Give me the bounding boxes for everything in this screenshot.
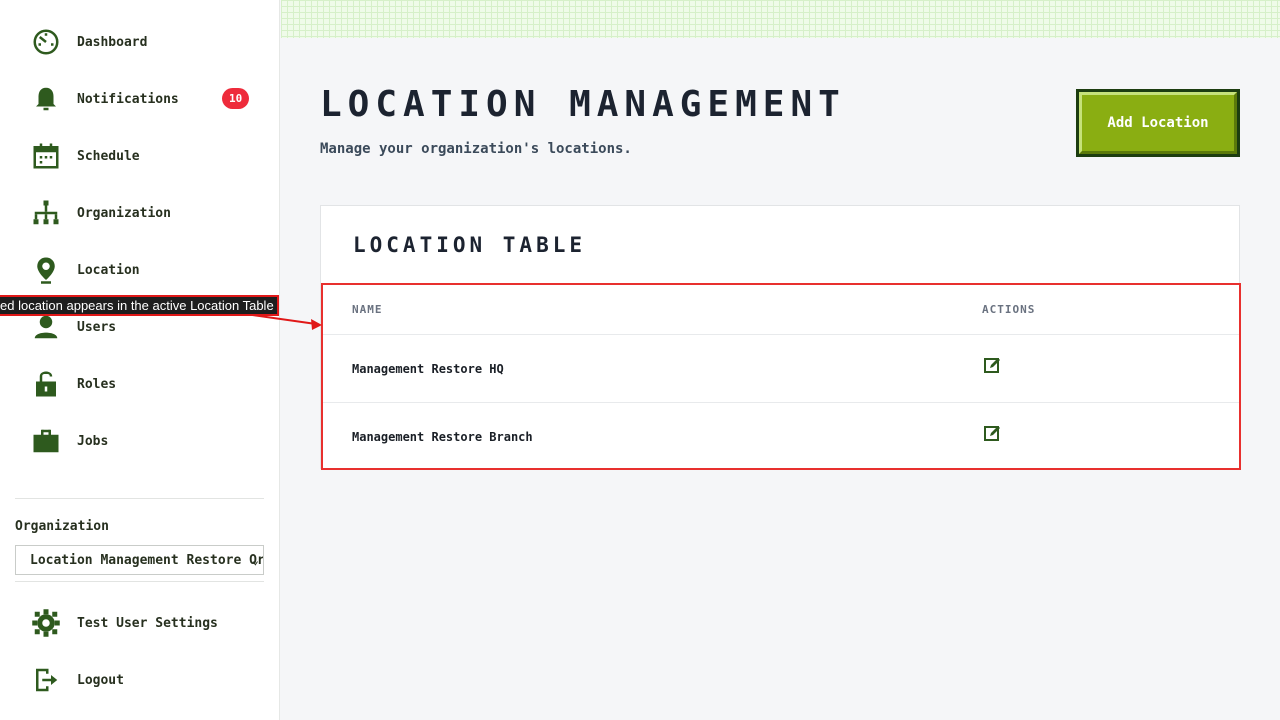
sidebar-item-label: Notifications (77, 91, 179, 107)
decorative-grid-header (281, 0, 1280, 38)
gear-icon (30, 607, 62, 639)
org-chart-icon (30, 197, 62, 229)
sidebar-item-label: Roles (77, 376, 117, 392)
sidebar-divider (15, 498, 264, 499)
location-name: Management Restore HQ (352, 362, 504, 376)
calendar-icon (30, 140, 62, 172)
briefcase-icon (30, 425, 62, 457)
location-table-card: Location Table NAME ACTIONS Management R… (320, 205, 1241, 470)
notification-count-badge: 10 (222, 88, 250, 109)
location-name: Management Restore Branch (352, 430, 533, 444)
sidebar-item-logout[interactable]: Logout (30, 660, 260, 700)
annotation-label: ed location appears in the active Locati… (0, 295, 279, 316)
sidebar-item-jobs[interactable]: Jobs (30, 421, 260, 461)
sidebar-item-location[interactable]: Location (30, 250, 260, 290)
chevron-down-icon: ⌄ (251, 553, 259, 567)
sidebar-item-label: Dashboard (77, 34, 148, 50)
sidebar-item-schedule[interactable]: Schedule (30, 136, 260, 176)
sidebar-item-label: Location (77, 262, 140, 278)
dashboard-icon (30, 26, 62, 58)
table-row: Management Restore Branch (323, 402, 1239, 470)
sidebar-item-organization[interactable]: Organization (30, 193, 260, 233)
logout-icon (30, 664, 62, 696)
edit-icon[interactable] (984, 356, 1002, 374)
table-row: Management Restore HQ (323, 334, 1239, 402)
lock-icon (30, 368, 62, 400)
sidebar-nav: Dashboard Notifications 10 Schedule Orga… (0, 0, 280, 492)
sidebar-item-label: Organization (77, 205, 171, 221)
organization-select-value: Location Management Restore Org (30, 552, 264, 568)
location-table: NAME ACTIONS Management Restore HQ Manag… (321, 283, 1241, 470)
sidebar-item-settings[interactable]: Test User Settings (30, 603, 260, 643)
column-header-actions: ACTIONS (982, 303, 1036, 316)
edit-icon[interactable] (984, 424, 1002, 442)
organization-label: Organization (15, 519, 109, 534)
card-title: Location Table (353, 233, 587, 257)
column-header-name: NAME (352, 303, 383, 316)
sidebar-item-label: Users (77, 319, 117, 335)
sidebar-item-partial[interactable] (30, 478, 260, 492)
sidebar-divider (15, 581, 264, 582)
page-title: Location Management (320, 84, 846, 125)
add-location-button[interactable]: Add Location (1076, 89, 1240, 157)
sidebar-item-label: Jobs (77, 433, 109, 449)
sidebar-item-roles[interactable]: Roles (30, 364, 260, 404)
bell-icon (30, 83, 62, 115)
page-subtitle: Manage your organization's locations. (320, 141, 632, 157)
sidebar-item-label: Schedule (77, 148, 140, 164)
sidebar-item-dashboard[interactable]: Dashboard (30, 22, 260, 62)
document-icon (30, 482, 62, 492)
sidebar: Dashboard Notifications 10 Schedule Orga… (0, 0, 280, 720)
map-pin-icon (30, 254, 62, 286)
sidebar-item-notifications[interactable]: Notifications 10 (30, 79, 260, 119)
organization-select[interactable]: Location Management Restore Org ⌄ (15, 545, 264, 575)
sidebar-item-label: Logout (77, 672, 124, 688)
add-location-button-label: Add Location (1079, 92, 1237, 154)
sidebar-item-label: Test User Settings (77, 615, 218, 631)
